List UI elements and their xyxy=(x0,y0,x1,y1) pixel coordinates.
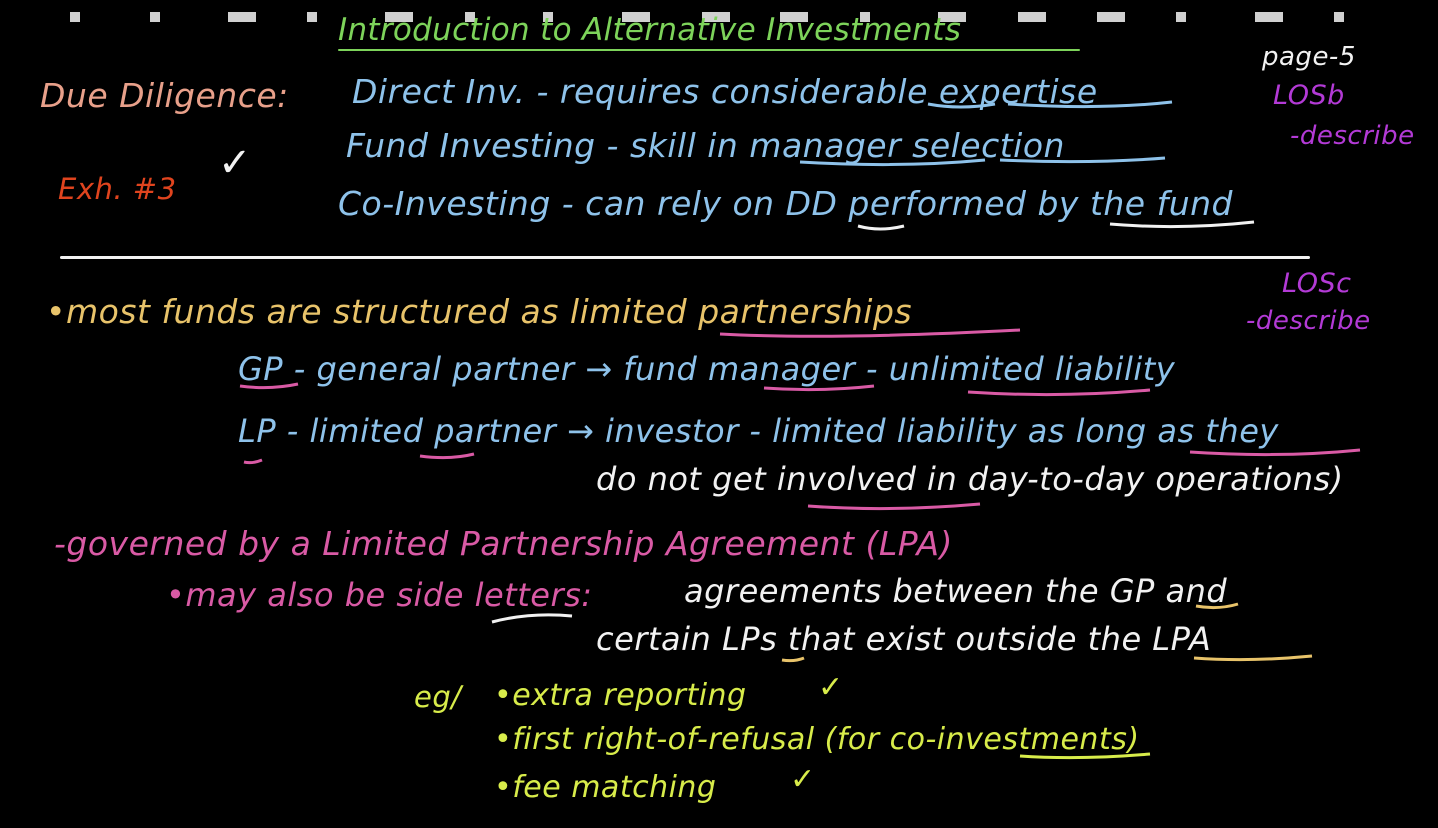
underline-stroke xyxy=(1193,654,1313,662)
side-letters-label: •may also be side letters: xyxy=(166,576,593,614)
underline-stroke xyxy=(243,458,263,465)
lpa-governed: -governed by a Limited Partnership Agree… xyxy=(54,524,953,563)
underline-stroke xyxy=(491,613,573,624)
check-mark-icon: ✓ xyxy=(818,670,844,705)
title-underline xyxy=(338,49,1080,51)
underline-stroke xyxy=(967,388,1151,397)
toolbar-mark xyxy=(1255,12,1283,22)
due-diligence-heading: Due Diligence: xyxy=(40,76,289,115)
underline-stroke xyxy=(807,502,981,511)
section-divider xyxy=(60,256,1310,259)
page-title: Introduction to Alternative Investments xyxy=(338,12,962,48)
lp-line: LP - limited partner → investor - limite… xyxy=(238,412,1279,450)
toolbar-mark xyxy=(1018,12,1046,22)
underline-stroke xyxy=(1189,448,1361,457)
examples-prefix: eg/ xyxy=(414,680,462,714)
toolbar-mark xyxy=(1097,12,1125,22)
example-item: •first right-of-refusal (for co-investme… xyxy=(494,722,1140,757)
side-letters-definition-2: certain LPs that exist outside the LPA xyxy=(596,620,1212,658)
toolbar-mark xyxy=(150,12,160,22)
check-mark-icon: ✓ xyxy=(218,140,253,186)
underline-stroke xyxy=(857,224,905,231)
lp-line-continued: do not get involved in day-to-day operat… xyxy=(596,460,1344,498)
whiteboard-canvas: Introduction to Alternative Investments … xyxy=(0,0,1438,828)
toolbar-mark xyxy=(1334,12,1344,22)
example-item: •extra reporting xyxy=(494,678,747,713)
underline-stroke xyxy=(781,656,805,663)
toolbar-mark xyxy=(228,12,256,22)
dd-line-fund: Fund Investing - skill in manager select… xyxy=(346,126,1065,165)
dd-line-co: Co-Investing - can rely on DD performed … xyxy=(338,184,1233,223)
example-item: •fee matching xyxy=(494,770,717,805)
gp-line: GP - general partner → fund manager - un… xyxy=(238,350,1176,388)
exhibit-reference: Exh. #3 xyxy=(58,172,177,206)
structure-bullet: •most funds are structured as limited pa… xyxy=(46,292,913,331)
dd-line-direct: Direct Inv. - requires considerable expe… xyxy=(352,72,1098,111)
toolbar-mark xyxy=(1176,12,1186,22)
check-mark-icon: ✓ xyxy=(790,762,816,797)
underline-stroke xyxy=(419,452,475,460)
los-b-verb: -describe xyxy=(1290,121,1415,151)
toolbar-mark xyxy=(70,12,80,22)
toolbar-mark xyxy=(307,12,317,22)
los-c-code: LOSc xyxy=(1282,268,1352,299)
los-c-verb: -describe xyxy=(1246,306,1371,336)
side-letters-definition-1: agreements between the GP and xyxy=(684,572,1228,610)
los-b-code: LOSb xyxy=(1273,80,1345,111)
page-number: page-5 xyxy=(1262,42,1356,72)
